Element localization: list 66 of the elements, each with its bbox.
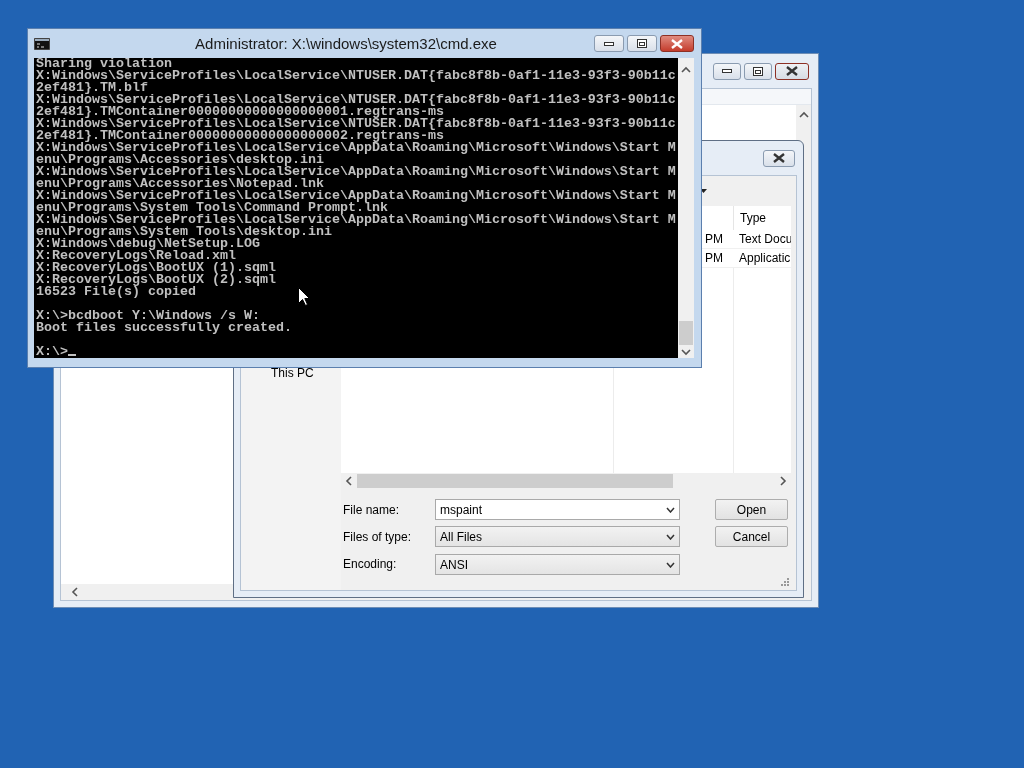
field-label: Files of type: — [342, 529, 413, 544]
scroll-left-icon[interactable] — [345, 476, 353, 486]
scrollbar-thumb[interactable] — [357, 474, 673, 488]
console-line: X:Windows\ServiceProfiles\LocalService\AppData\Roaming\Microsoft\Windows\Start M — [36, 190, 676, 202]
scroll-up-icon[interactable] — [798, 111, 809, 119]
console-line: X:Windows\ServiceProfiles\LocalService\AppData\Roaming\Microsoft\Windows\Start M — [36, 214, 676, 226]
text-cursor — [68, 354, 76, 356]
scrollbar-thumb[interactable] — [679, 321, 693, 345]
console-line: X:Windows\ServiceProfiles\LocalService\AppData\Roaming\Microsoft\Windows\Start M — [36, 166, 676, 178]
console-line: X:RecoveryLogs\BootUX (1).sqml — [36, 262, 276, 274]
dropdown[interactable]: ANSI — [435, 554, 680, 575]
minimize-button[interactable] — [594, 35, 624, 52]
field-label: Encoding: — [342, 556, 398, 571]
console-line: 2ef481}.TMContainer00000000000000000001.regtrans-ms — [36, 106, 444, 118]
close-icon — [786, 66, 798, 76]
dropdown[interactable]: All Files — [435, 526, 680, 547]
console-line: X:Windows\ServiceProfiles\LocalService\NTUSER.DAT{fabc8f8b-0af1-11e3-93f3-90b11c — [36, 70, 676, 82]
vertical-scrollbar[interactable] — [678, 58, 694, 358]
close-icon — [671, 38, 683, 49]
close-button[interactable] — [660, 35, 694, 52]
minimize-button[interactable] — [713, 62, 741, 80]
scroll-up-icon[interactable] — [681, 66, 691, 74]
close-button[interactable] — [763, 149, 795, 167]
console-line: X:\> — [36, 346, 76, 358]
minimize-icon — [722, 69, 732, 73]
table-cell: PM — [705, 232, 723, 246]
console-line: X:RecoveryLogs\Reload.xml — [36, 250, 236, 262]
column-header[interactable]: Type — [740, 211, 766, 225]
console-line: enu\Programs\System Tools\desktop.ini — [36, 226, 332, 238]
console-line: Boot files successfully created. — [36, 322, 292, 334]
scroll-left-icon[interactable] — [71, 587, 79, 597]
open-button[interactable]: Open — [715, 499, 788, 520]
maximize-icon — [637, 39, 647, 48]
console-line: X:Windows\ServiceProfiles\LocalService\NTUSER.DAT{fabc8f8b-0af1-11e3-93f3-90b11c — [36, 94, 676, 106]
console-line: X:Windows\ServiceProfiles\LocalService\AppData\Roaming\Microsoft\Windows\Start M — [36, 142, 676, 154]
scroll-right-icon[interactable] — [779, 476, 787, 486]
nav-item[interactable]: This PC — [271, 366, 314, 380]
maximize-button[interactable] — [744, 62, 772, 80]
maximize-icon — [753, 66, 763, 76]
console-line: 2ef481}.TM.blf — [36, 82, 148, 94]
close-button[interactable] — [775, 62, 809, 80]
file-name-field[interactable]: mspaint — [435, 499, 680, 520]
table-cell: PM — [705, 251, 723, 265]
close-icon — [773, 153, 785, 163]
table-cell: Text Docu — [739, 232, 791, 246]
console-line: enu\Programs\Accessories\Notepad.lnk — [36, 178, 324, 190]
table-cell: Applicatic — [739, 251, 791, 265]
minimize-icon — [604, 41, 614, 46]
console-line: 2ef481}.TMContainer00000000000000000002.regtrans-ms — [36, 130, 444, 142]
console-icon — [34, 37, 50, 50]
cancel-button[interactable]: Cancel — [715, 526, 788, 547]
console-line: X:RecoveryLogs\BootUX (2).sqml — [36, 274, 276, 286]
scroll-down-icon[interactable] — [681, 348, 691, 356]
console-line: enu\Programs\Accessories\desktop.ini — [36, 154, 324, 166]
resize-grip-icon[interactable] — [781, 578, 789, 586]
maximize-button[interactable] — [627, 35, 657, 52]
mouse-pointer-icon — [298, 287, 310, 306]
window-title: Administrator: X:\windows\system32\cmd.exe — [194, 35, 498, 52]
field-label: File name: — [342, 502, 401, 517]
console-line: enu\Programs\System Tools\Command Prompt.lnk — [36, 202, 388, 214]
console-line: 16523 File(s) copied — [36, 286, 196, 298]
console-line: X:Windows\ServiceProfiles\LocalService\NTUSER.DAT{fabc8f8b-0af1-11e3-93f3-90b11c — [36, 118, 676, 130]
console-line: X:\>bcdboot Y:\Windows /s W: — [36, 310, 260, 322]
caret-icon[interactable] — [700, 189, 707, 193]
console-line: Sharing violation — [36, 58, 172, 70]
console-line: X:Windows\debug\NetSetup.LOG — [36, 238, 260, 250]
